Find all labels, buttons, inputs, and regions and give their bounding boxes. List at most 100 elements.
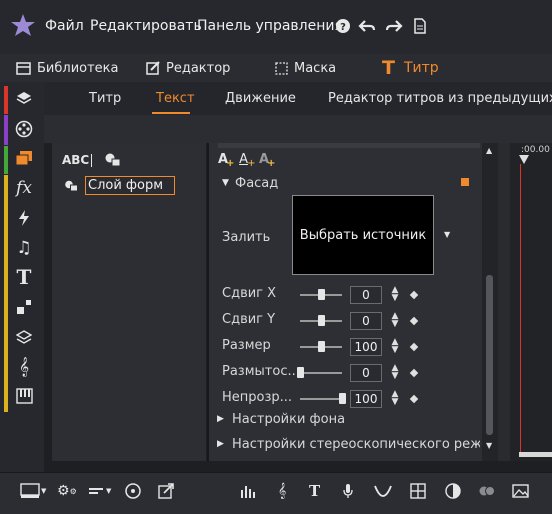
property-spinner-icon[interactable]: ▲ ▼ — [390, 364, 400, 382]
sidebar-strip-purple — [4, 115, 8, 145]
property-slider-track[interactable] — [300, 398, 342, 400]
property-label: Размытос... — [222, 364, 300, 379]
text-title-icon[interactable]: T — [14, 265, 34, 289]
property-slider-thumb[interactable] — [318, 341, 325, 352]
tool-strip — [44, 115, 552, 143]
shapes-icon[interactable] — [14, 297, 34, 317]
property-slider-track[interactable] — [300, 372, 342, 374]
settings-gear-icon[interactable]: ⚙ ⚙ — [57, 482, 77, 500]
property-slider-thumb[interactable] — [318, 289, 325, 300]
sidebar-strip-green — [4, 146, 8, 174]
add-outline-icon[interactable]: A + — [239, 152, 255, 169]
property-value-field[interactable]: 100 — [350, 338, 382, 356]
add-fill-icon[interactable]: A + — [218, 152, 234, 169]
property-spinner-icon[interactable]: ▲ ▼ — [390, 286, 400, 304]
editor-icon — [146, 61, 160, 75]
timeline-timecode: :00.00 — [521, 145, 550, 155]
music-score-icon[interactable]: 𝄞 — [278, 482, 286, 500]
background-settings-expand-icon[interactable]: ▶ — [217, 414, 224, 424]
track-options-icon[interactable]: ▼ — [89, 482, 111, 500]
color-correction-icon[interactable] — [445, 482, 461, 500]
audio-levels-icon[interactable] — [240, 482, 256, 500]
playhead-marker-icon[interactable] — [519, 155, 529, 164]
add-shadow-icon[interactable]: A + — [259, 152, 275, 169]
sidebar-strip-red — [4, 86, 8, 114]
active-tab-underline — [152, 112, 190, 114]
property-label: Непрозр... — [222, 390, 293, 405]
layout-toggle-icon[interactable]: ▼ — [20, 482, 46, 500]
link-clips-icon[interactable] — [478, 482, 496, 500]
help-icon[interactable]: ? — [334, 17, 352, 35]
text-style-tools: A + A + A + — [218, 152, 275, 169]
layer-name-field[interactable]: Слой форм — [85, 176, 175, 195]
undo-icon[interactable] — [358, 17, 376, 35]
scrollbar-thumb[interactable] — [486, 275, 493, 435]
add-shape-layer-icon[interactable] — [104, 153, 121, 167]
text-cursor-icon — [91, 153, 93, 167]
menu-edit[interactable]: Редактировать — [90, 18, 202, 34]
film-reel-icon[interactable] — [14, 119, 34, 139]
select-source-button[interactable]: Выбрать источник — [292, 195, 434, 275]
tab-title[interactable]: Титр — [89, 91, 121, 106]
stereo-settings-expand-icon[interactable]: ▶ — [217, 439, 224, 449]
tab-text[interactable]: Текст — [156, 91, 195, 106]
microphone-icon[interactable] — [342, 482, 354, 500]
image-picture-icon[interactable] — [512, 482, 529, 500]
mode-tab-title-label: Титр — [403, 60, 439, 76]
curve-tool-icon[interactable] — [374, 482, 392, 500]
title-icon: T — [382, 57, 395, 79]
shape-layer-icon — [65, 180, 78, 192]
svg-text:?: ? — [340, 22, 346, 33]
document-icon[interactable] — [411, 17, 429, 35]
timeline-range-bar[interactable] — [519, 452, 552, 457]
property-slider-thumb[interactable] — [297, 367, 304, 378]
property-label: Размер — [222, 338, 271, 353]
playhead-line[interactable] — [520, 164, 521, 454]
property-spinner-icon[interactable]: ▲ ▼ — [390, 312, 400, 330]
add-text-layer-button[interactable]: ABC — [62, 153, 93, 167]
mode-tab-library-label: Библиотека — [37, 60, 119, 76]
music-note-icon[interactable]: ♫ — [14, 238, 34, 258]
treble-clef-icon[interactable]: 𝄞 — [14, 357, 34, 377]
mode-tab-editor[interactable]: Редактор — [146, 54, 230, 82]
export-frame-icon[interactable] — [158, 482, 175, 500]
mode-tab-mask[interactable]: Маска — [275, 54, 336, 82]
property-value-field[interactable]: 100 — [350, 390, 382, 408]
property-value-field[interactable]: 0 — [350, 364, 382, 382]
facade-section-title: Фасад — [235, 176, 279, 191]
menu-control-panel[interactable]: Панель управления — [197, 18, 343, 34]
mode-tab-mask-label: Маска — [294, 60, 337, 76]
redo-icon[interactable] — [385, 17, 403, 35]
scroll-down-arrow-icon[interactable]: ▼ — [486, 441, 492, 450]
disc-icon[interactable] — [125, 482, 141, 500]
multicam-grid-icon[interactable] — [410, 482, 426, 500]
panel-top-edge — [218, 143, 480, 148]
source-dropdown-icon[interactable]: ▼ — [444, 230, 450, 239]
facade-expand-arrow-icon[interactable]: ▼ — [222, 178, 229, 188]
layers-stack-icon[interactable] — [14, 327, 34, 347]
lightning-icon[interactable] — [14, 208, 34, 228]
stereo-settings-section[interactable]: Настройки стереоскопического режи — [232, 437, 480, 452]
timeline-gap — [498, 143, 510, 461]
timeline-panel — [510, 143, 552, 461]
facade-color-swatch[interactable] — [461, 178, 469, 186]
menu-file[interactable]: Файл — [45, 18, 84, 34]
property-slider-thumb[interactable] — [318, 315, 325, 326]
background-settings-section[interactable]: Настройки фона — [232, 412, 345, 427]
mode-tab-title[interactable]: T Титр — [382, 54, 439, 82]
sidebar-strip-yellow — [4, 175, 8, 412]
property-spinner-icon[interactable]: ▲ ▼ — [390, 390, 400, 408]
scroll-up-arrow-icon[interactable]: ▲ — [486, 146, 492, 155]
property-spinner-icon[interactable]: ▲ ▼ — [390, 338, 400, 356]
property-value-field[interactable]: 0 — [350, 312, 382, 330]
stacked-frames-icon[interactable] — [14, 148, 34, 168]
tab-legacy-title-editor[interactable]: Редактор титров из предыдущих ве — [328, 91, 552, 106]
title-text-tool-icon[interactable]: T — [309, 482, 320, 500]
piano-icon[interactable] — [14, 386, 34, 406]
effects-fx-icon[interactable]: fx — [14, 178, 34, 198]
property-slider-thumb[interactable] — [339, 393, 346, 404]
layers-icon[interactable] — [14, 89, 34, 109]
tab-motion[interactable]: Движение — [225, 91, 296, 106]
mode-tab-library[interactable]: Библиотека — [16, 54, 119, 82]
property-value-field[interactable]: 0 — [350, 286, 382, 304]
